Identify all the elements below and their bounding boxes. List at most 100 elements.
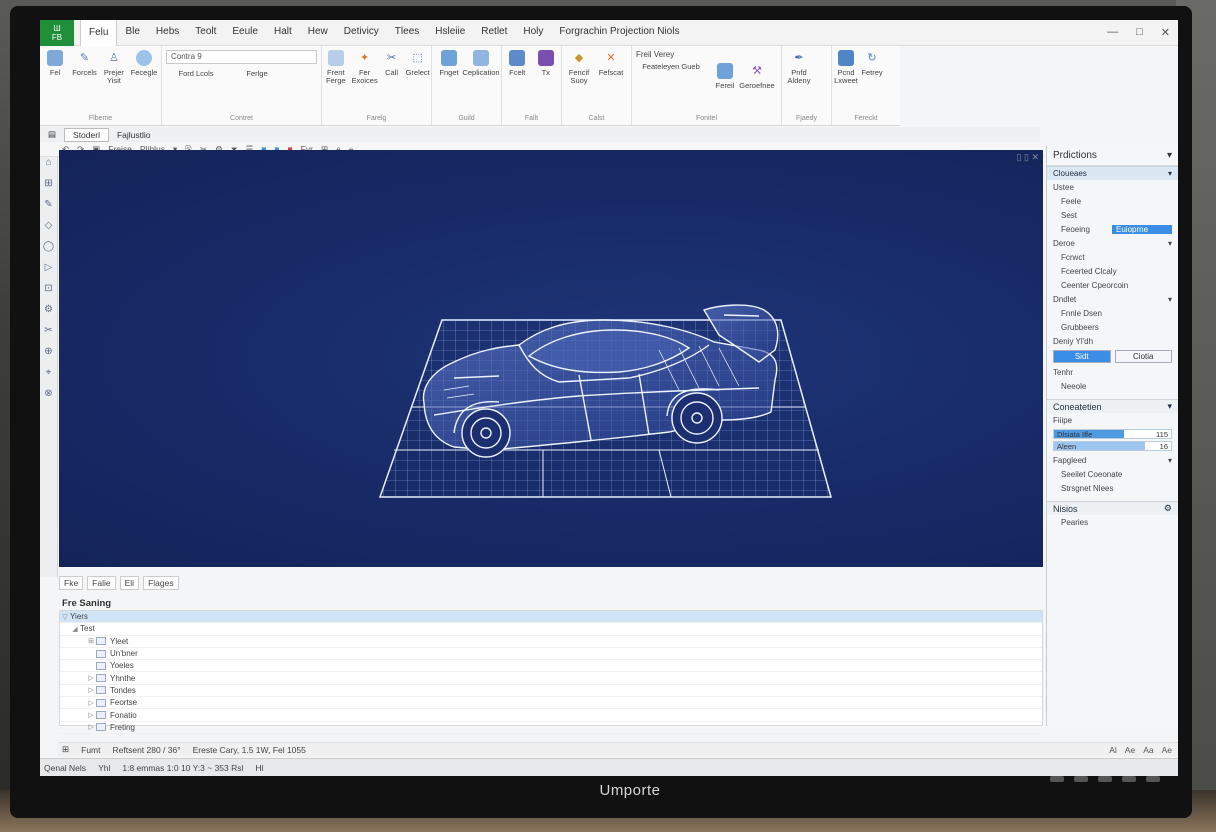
ribbon-button-pen[interactable]: ✒ Pnfd Aldeny <box>786 50 812 85</box>
property-item[interactable]: Pearies <box>1047 515 1178 529</box>
expand-icon[interactable]: ⊞ <box>86 637 96 645</box>
group-header[interactable]: Fiiipe <box>1047 413 1178 427</box>
ribbon-button-file[interactable]: Fel <box>44 50 66 85</box>
ribbon-button-geroef[interactable]: ⚒ Geroefnee <box>739 63 774 90</box>
gear-icon[interactable]: ⚙ <box>1164 503 1172 514</box>
expand-icon[interactable]: ▷ <box>86 674 96 682</box>
chevron-down-icon[interactable]: ▾ <box>1167 401 1172 412</box>
ribbon-button-replicate[interactable]: Ceplication <box>462 50 500 77</box>
tree-row[interactable]: ▷ Yhnthe <box>60 672 1042 685</box>
tool-diamond-icon[interactable]: ◇ <box>40 220 57 241</box>
panel-menu-icon[interactable]: ▾ <box>1167 150 1172 161</box>
property-item[interactable]: Sest <box>1047 208 1178 222</box>
minimize-button[interactable]: — <box>1107 26 1118 39</box>
group-header[interactable]: Tenhr <box>1047 365 1178 379</box>
status-right-4[interactable]: Ae <box>1162 745 1172 755</box>
monitor-button[interactable] <box>1074 776 1088 782</box>
ribbon-button-frame[interactable]: Frent Ferge <box>326 50 346 85</box>
font-combo[interactable]: Contra 9 <box>166 50 317 64</box>
tree-row[interactable]: ▽ Yiers <box>60 611 1042 624</box>
tool-scissors-icon[interactable]: ✂ <box>40 325 57 346</box>
ribbon-button-cut[interactable]: ✂ Call <box>384 50 400 85</box>
ribbon-button-x[interactable]: ✕ Fefscat <box>598 50 624 85</box>
3d-viewport[interactable]: ▯ ▯ ✕ <box>59 150 1043 567</box>
ribbon-button-stamp[interactable]: ◆ Fencif Suoy <box>566 50 592 85</box>
menu-item-file[interactable]: Felu <box>80 20 118 46</box>
ribbon-button-grid[interactable]: Fnget <box>436 50 462 77</box>
group-header[interactable]: Fapgleed ▾ <box>1047 453 1178 467</box>
group-header[interactable]: Dndlet ▾ <box>1047 292 1178 306</box>
ribbon-button-refresh[interactable]: ↻ Fetrey <box>861 50 882 85</box>
tab-bottom-4[interactable]: Flages <box>143 576 179 590</box>
expand-icon[interactable]: ◢ <box>70 625 80 633</box>
tab-stoderl[interactable]: Stoderl <box>64 127 109 142</box>
ribbon-button-tx[interactable]: Tx <box>535 50 558 77</box>
tree-row[interactable]: Yoeles <box>60 660 1042 673</box>
close-button[interactable]: ✕ <box>1161 26 1170 39</box>
property-item[interactable]: Ceenter Cpeorcoin <box>1047 278 1178 292</box>
tab-home-icon[interactable]: ▤ <box>40 128 64 141</box>
ribbon-button-preview[interactable]: ♙ Prejer Yisit <box>103 50 125 85</box>
value-bar[interactable]: Aleen 16 <box>1053 441 1172 451</box>
expand-icon[interactable]: ▷ <box>86 686 96 694</box>
tool-box-icon[interactable]: ⊡ <box>40 283 57 304</box>
tree-row[interactable]: ▷ Feortse <box>60 697 1042 710</box>
property-item[interactable]: Seeilet Coeonate <box>1047 467 1178 481</box>
tab-bottom-2[interactable]: Falie <box>87 576 116 590</box>
status-right-2[interactable]: Ae <box>1125 745 1135 755</box>
property-item[interactable]: Fnnle Dsen <box>1047 306 1178 320</box>
property-item[interactable]: Fcrwct <box>1047 250 1178 264</box>
ribbon-button-circle[interactable]: Fecegle <box>131 50 157 85</box>
property-item[interactable]: Grubbeers <box>1047 320 1178 334</box>
tree-row[interactable]: ⊞ Yleet <box>60 636 1042 648</box>
property-item[interactable]: Feele <box>1047 194 1178 208</box>
primary-button[interactable]: Sidt <box>1053 350 1111 363</box>
tree-row[interactable]: ◢ Test <box>60 623 1042 636</box>
expand-icon[interactable]: ▷ <box>86 711 96 719</box>
status-right-3[interactable]: Aa <box>1143 745 1153 755</box>
tool-circle-icon[interactable]: ◯ <box>40 241 57 262</box>
tool-grid-icon[interactable]: ⊞ <box>40 178 57 199</box>
group-header[interactable]: Ustee <box>1047 180 1178 194</box>
ribbon-button-select[interactable]: ⬚ Grelect <box>406 50 430 85</box>
monitor-button[interactable] <box>1146 776 1160 782</box>
ribbon-button-forge[interactable]: Ferlge <box>232 70 282 78</box>
expand-icon[interactable]: ▷ <box>86 723 96 731</box>
monitor-button[interactable] <box>1050 776 1064 782</box>
tool-plus-icon[interactable]: ⊕ <box>40 346 57 367</box>
menu-item-6[interactable]: Halt <box>266 20 300 46</box>
tool-play-icon[interactable]: ▷ <box>40 262 57 283</box>
tool-cross-icon[interactable]: ⊗ <box>40 388 57 409</box>
menu-item-11[interactable]: Retlet <box>473 20 515 46</box>
chevron-down-icon[interactable]: ▾ <box>1168 239 1172 248</box>
tree-row[interactable]: Un'bner <box>60 648 1042 661</box>
menu-item-help[interactable]: Holy <box>515 20 551 46</box>
expand-icon[interactable]: ▽ <box>60 613 70 621</box>
ribbon-button-fonts[interactable]: Ford Lcols <box>166 70 226 78</box>
tool-pencil-icon[interactable]: ✎ <box>40 199 57 220</box>
menu-item-7[interactable]: Hew <box>300 20 336 46</box>
ribbon-button-edit[interactable]: Fcelt <box>506 50 529 77</box>
tool-gear-icon[interactable]: ⚙ <box>40 304 57 325</box>
property-item[interactable]: Strsgnet Nlees <box>1047 481 1178 495</box>
tab-bottom-1[interactable]: Fke <box>59 576 84 590</box>
menu-item-4[interactable]: Teolt <box>187 20 224 46</box>
section-header-3[interactable]: Nisios ⚙ <box>1047 501 1178 515</box>
tree-row[interactable]: ▷ Freting <box>60 722 1042 734</box>
chevron-down-icon[interactable]: ▾ <box>1168 295 1172 304</box>
ribbon-button-feral[interactable]: Fereil <box>712 63 738 90</box>
menu-item-2[interactable]: Ble <box>117 20 147 46</box>
ribbon-button-pencil[interactable]: ✎ Forcels <box>72 50 97 85</box>
monitor-button[interactable] <box>1122 776 1136 782</box>
menu-item-5[interactable]: Eeule <box>224 20 266 46</box>
section-header-1[interactable]: Cloueaes ▾ <box>1047 166 1178 180</box>
tab-fajlustlio[interactable]: Fajlustlio <box>109 129 159 141</box>
group-header[interactable]: Deroe ▾ <box>1047 236 1178 250</box>
app-logo[interactable]: Ш FB <box>40 20 74 46</box>
tab-bottom-3[interactable]: Eli <box>119 576 140 590</box>
menu-item-9[interactable]: Tlees <box>387 20 427 46</box>
chevron-down-icon[interactable]: ▾ <box>1168 456 1172 465</box>
group-header[interactable]: Deniy Yl'dh <box>1047 334 1178 348</box>
ribbon-button-brush[interactable]: ✦ Fer Exoices <box>351 50 377 85</box>
ribbon-button-lenses[interactable]: Feateleyen Gueb <box>636 63 706 90</box>
